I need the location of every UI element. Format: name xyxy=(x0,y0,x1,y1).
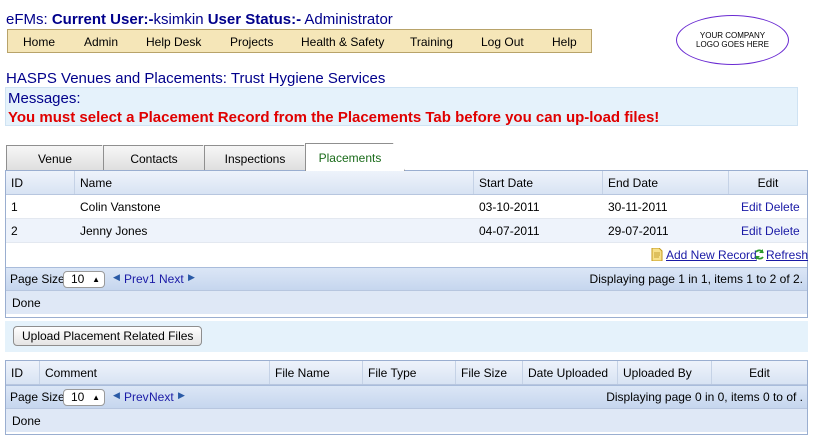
row-id: 2 xyxy=(11,224,18,238)
nav-training[interactable]: Training xyxy=(410,35,453,49)
files-grid: ID Comment File Name File Type File Size… xyxy=(5,360,808,435)
chevron-updown-icon: ▲ xyxy=(92,393,100,402)
grid-pager: Page Size: 10 ▲ ◀ Prev 1 Next ▶ Displayi… xyxy=(6,267,807,290)
add-record-icon xyxy=(651,248,663,261)
paging-summary: Displaying page 1 in 1, items 1 to 2 of … xyxy=(589,272,803,286)
prev-arrow-icon[interactable]: ◀ xyxy=(113,390,120,401)
tab-contacts[interactable]: Contacts xyxy=(103,145,215,171)
row-name: Colin Vanstone xyxy=(80,200,161,214)
column-edit: Edit xyxy=(757,176,779,190)
column-file-size[interactable]: File Size xyxy=(456,361,523,384)
add-new-record-link[interactable]: Add New Record xyxy=(666,248,757,262)
user-status: Administrator xyxy=(304,11,393,28)
grid-command-bar: Add New Record Refresh xyxy=(6,243,808,267)
current-user-label: Current User:- xyxy=(51,11,154,28)
user-status-label: User Status:- xyxy=(207,11,302,28)
page-size-value: 10 xyxy=(71,272,85,286)
next-arrow-icon[interactable]: ▶ xyxy=(188,272,195,283)
edit-link[interactable]: Edit xyxy=(741,200,762,214)
files-grid-header: ID Comment File Name File Type File Size… xyxy=(6,361,807,385)
refresh-icon xyxy=(754,249,765,260)
current-user: ksimkin xyxy=(153,11,204,28)
nav-health-safety[interactable]: Health & Safety xyxy=(301,35,384,49)
column-file-name[interactable]: File Name xyxy=(270,361,363,384)
prev-arrow-icon[interactable]: ◀ xyxy=(113,272,120,283)
column-id[interactable]: ID xyxy=(6,361,40,384)
nav-log-out[interactable]: Log Out xyxy=(481,35,524,49)
row-name: Jenny Jones xyxy=(80,224,148,238)
page-number-link[interactable]: 1 xyxy=(149,272,156,286)
app-name: eFMs: xyxy=(6,11,48,28)
table-row[interactable]: 1 Colin Vanstone 03-10-2011 30-11-2011 E… xyxy=(6,195,807,219)
next-arrow-icon[interactable]: ▶ xyxy=(178,390,185,401)
row-end-date: 29-07-2011 xyxy=(608,224,669,238)
company-logo: YOUR COMPANY LOGO GOES HERE xyxy=(676,15,789,65)
column-end-date[interactable]: End Date xyxy=(603,171,729,194)
main-nav: Home Admin Help Desk Projects Health & S… xyxy=(7,29,592,53)
page-size-label: Page Size: xyxy=(10,272,69,286)
nav-help[interactable]: Help xyxy=(552,35,577,49)
row-start-date: 03-10-2011 xyxy=(479,200,540,214)
nav-projects[interactable]: Projects xyxy=(230,35,273,49)
delete-link[interactable]: Delete xyxy=(765,200,800,214)
placements-grid-header: ID Name Start Date End Date Edit xyxy=(6,171,807,195)
page-size-select[interactable]: 10 ▲ xyxy=(63,271,105,288)
column-file-type[interactable]: File Type xyxy=(363,361,456,384)
row-id: 1 xyxy=(11,200,18,214)
nav-help-desk[interactable]: Help Desk xyxy=(146,35,201,49)
row-start-date: 04-07-2011 xyxy=(479,224,540,238)
messages-label: Messages: xyxy=(8,90,81,107)
messages-panel: Messages: You must select a Placement Re… xyxy=(5,87,798,126)
tab-inspections[interactable]: Inspections xyxy=(204,145,316,171)
files-grid-pager: Page Size: 10 ▲ ◀ Prev Next ▶ Displaying… xyxy=(6,385,807,408)
refresh-link[interactable]: Refresh xyxy=(766,248,808,262)
column-name[interactable]: Name xyxy=(75,171,474,194)
upload-panel: Upload Placement Related Files xyxy=(5,321,808,352)
row-end-date: 30-11-2011 xyxy=(608,200,668,214)
column-uploaded-by[interactable]: Uploaded By xyxy=(618,361,712,384)
placements-grid: ID Name Start Date End Date Edit 1 Colin… xyxy=(5,170,808,318)
delete-link[interactable]: Delete xyxy=(765,224,800,238)
table-row[interactable]: 2 Jenny Jones 04-07-2011 29-07-2011 Edit… xyxy=(6,219,807,243)
column-edit: Edit xyxy=(749,366,770,380)
column-id[interactable]: ID xyxy=(6,171,75,194)
edit-link[interactable]: Edit xyxy=(741,224,762,238)
venue-tabs: Venue Contacts Inspections Placements xyxy=(6,143,806,171)
column-comment[interactable]: Comment xyxy=(40,361,270,384)
user-status-header: eFMs: Current User:-ksimkin User Status:… xyxy=(6,11,393,28)
error-message: You must select a Placement Record from … xyxy=(8,109,660,126)
files-grid-status: Done xyxy=(6,408,807,432)
grid-status: Done xyxy=(6,290,807,314)
page-title: HASPS Venues and Placements: Trust Hygie… xyxy=(6,70,386,87)
tab-venue[interactable]: Venue xyxy=(6,145,114,171)
page-size-value: 10 xyxy=(71,390,85,404)
paging-summary: Displaying page 0 in 0, items 0 to of . xyxy=(606,390,803,404)
next-page-link[interactable]: Next xyxy=(149,390,174,404)
column-date-uploaded[interactable]: Date Uploaded xyxy=(523,361,618,384)
prev-page-link[interactable]: Prev xyxy=(124,272,149,286)
page-size-select[interactable]: 10 ▲ xyxy=(63,389,105,406)
upload-files-button[interactable]: Upload Placement Related Files xyxy=(13,326,203,346)
chevron-updown-icon: ▲ xyxy=(92,275,100,284)
nav-home[interactable]: Home xyxy=(23,35,55,49)
next-page-link[interactable]: Next xyxy=(159,272,184,286)
nav-admin[interactable]: Admin xyxy=(84,35,118,49)
column-start-date[interactable]: Start Date xyxy=(474,171,603,194)
tab-placements[interactable]: Placements xyxy=(305,143,405,171)
page-size-label: Page Size: xyxy=(10,390,69,404)
prev-page-link[interactable]: Prev xyxy=(124,390,149,404)
